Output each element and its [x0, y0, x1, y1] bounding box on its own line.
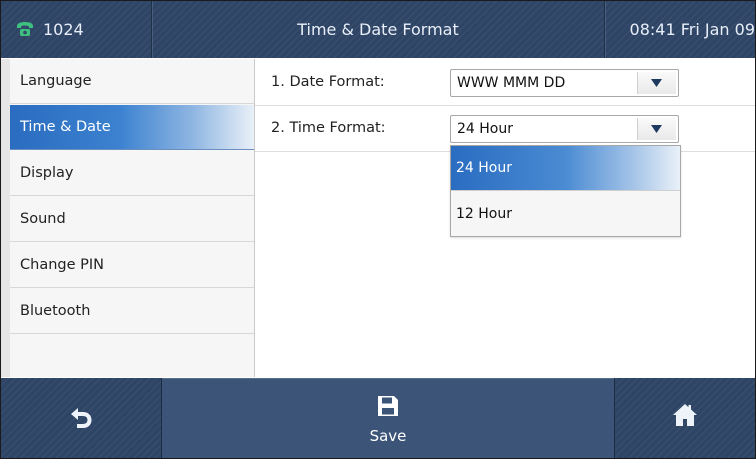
menu-item-display[interactable]: Display	[10, 151, 254, 196]
triangle-down-icon	[651, 79, 662, 87]
status-bar: 1024 Time & Date Format 08:41 Fri Jan 09	[1, 1, 755, 58]
menu-item-label: Change PIN	[20, 257, 104, 273]
date-format-label: 1. Date Format:	[271, 74, 385, 90]
home-button[interactable]	[613, 378, 755, 458]
back-button[interactable]	[1, 378, 161, 458]
dropdown-option-12-hour[interactable]: 12 Hour	[451, 192, 680, 237]
date-format-row: 1. Date Format: WWW MMM DD	[255, 59, 755, 106]
page-title: Time & Date Format	[297, 20, 459, 39]
date-format-value: WWW MMM DD	[457, 75, 566, 91]
date-format-select[interactable]: WWW MMM DD	[450, 69, 679, 97]
softkey-bar: Save	[1, 378, 755, 458]
dropdown-option-24-hour[interactable]: 24 Hour	[451, 146, 680, 191]
save-label: Save	[369, 427, 407, 445]
dropdown-option-label: 24 Hour	[456, 160, 512, 176]
time-format-value: 24 Hour	[457, 121, 513, 137]
menu-item-time-date[interactable]: Time & Date	[10, 105, 254, 150]
time-format-dropdown-list: 24 Hour 12 Hour	[450, 145, 681, 237]
clock-text: 08:41 Fri Jan 09	[629, 20, 755, 39]
menu-item-label: Display	[20, 165, 74, 181]
floppy-disk-icon	[378, 396, 398, 416]
back-arrow-icon	[71, 408, 92, 428]
settings-menu: Language Time & Date Display Sound Chang…	[10, 59, 255, 377]
menu-item-label: Language	[20, 73, 92, 89]
dropdown-option-label: 12 Hour	[456, 206, 512, 222]
line-status: 1024	[1, 1, 152, 58]
time-format-label: 2. Time Format:	[271, 120, 386, 136]
save-button[interactable]: Save	[161, 378, 615, 458]
menu-item-bluetooth[interactable]: Bluetooth	[10, 289, 254, 334]
menu-item-sound[interactable]: Sound	[10, 197, 254, 242]
menu-item-label: Bluetooth	[20, 303, 91, 319]
menu-item-label: Sound	[20, 211, 66, 227]
account-label: 1024	[43, 20, 84, 39]
home-icon	[673, 404, 697, 426]
menu-item-language[interactable]: Language	[10, 59, 254, 104]
date-format-dropdown-button[interactable]	[637, 72, 676, 94]
left-gutter	[1, 59, 10, 377]
phone-screen: 1024 Time & Date Format 08:41 Fri Jan 09…	[0, 0, 756, 459]
time-format-dropdown-button[interactable]	[637, 118, 676, 140]
menu-item-change-pin[interactable]: Change PIN	[10, 243, 254, 288]
time-format-select[interactable]: 24 Hour	[450, 115, 679, 143]
menu-item-label: Time & Date	[20, 119, 111, 135]
clock: 08:41 Fri Jan 09	[604, 1, 755, 58]
triangle-down-icon	[651, 125, 662, 133]
phone-handset-icon	[17, 22, 33, 36]
